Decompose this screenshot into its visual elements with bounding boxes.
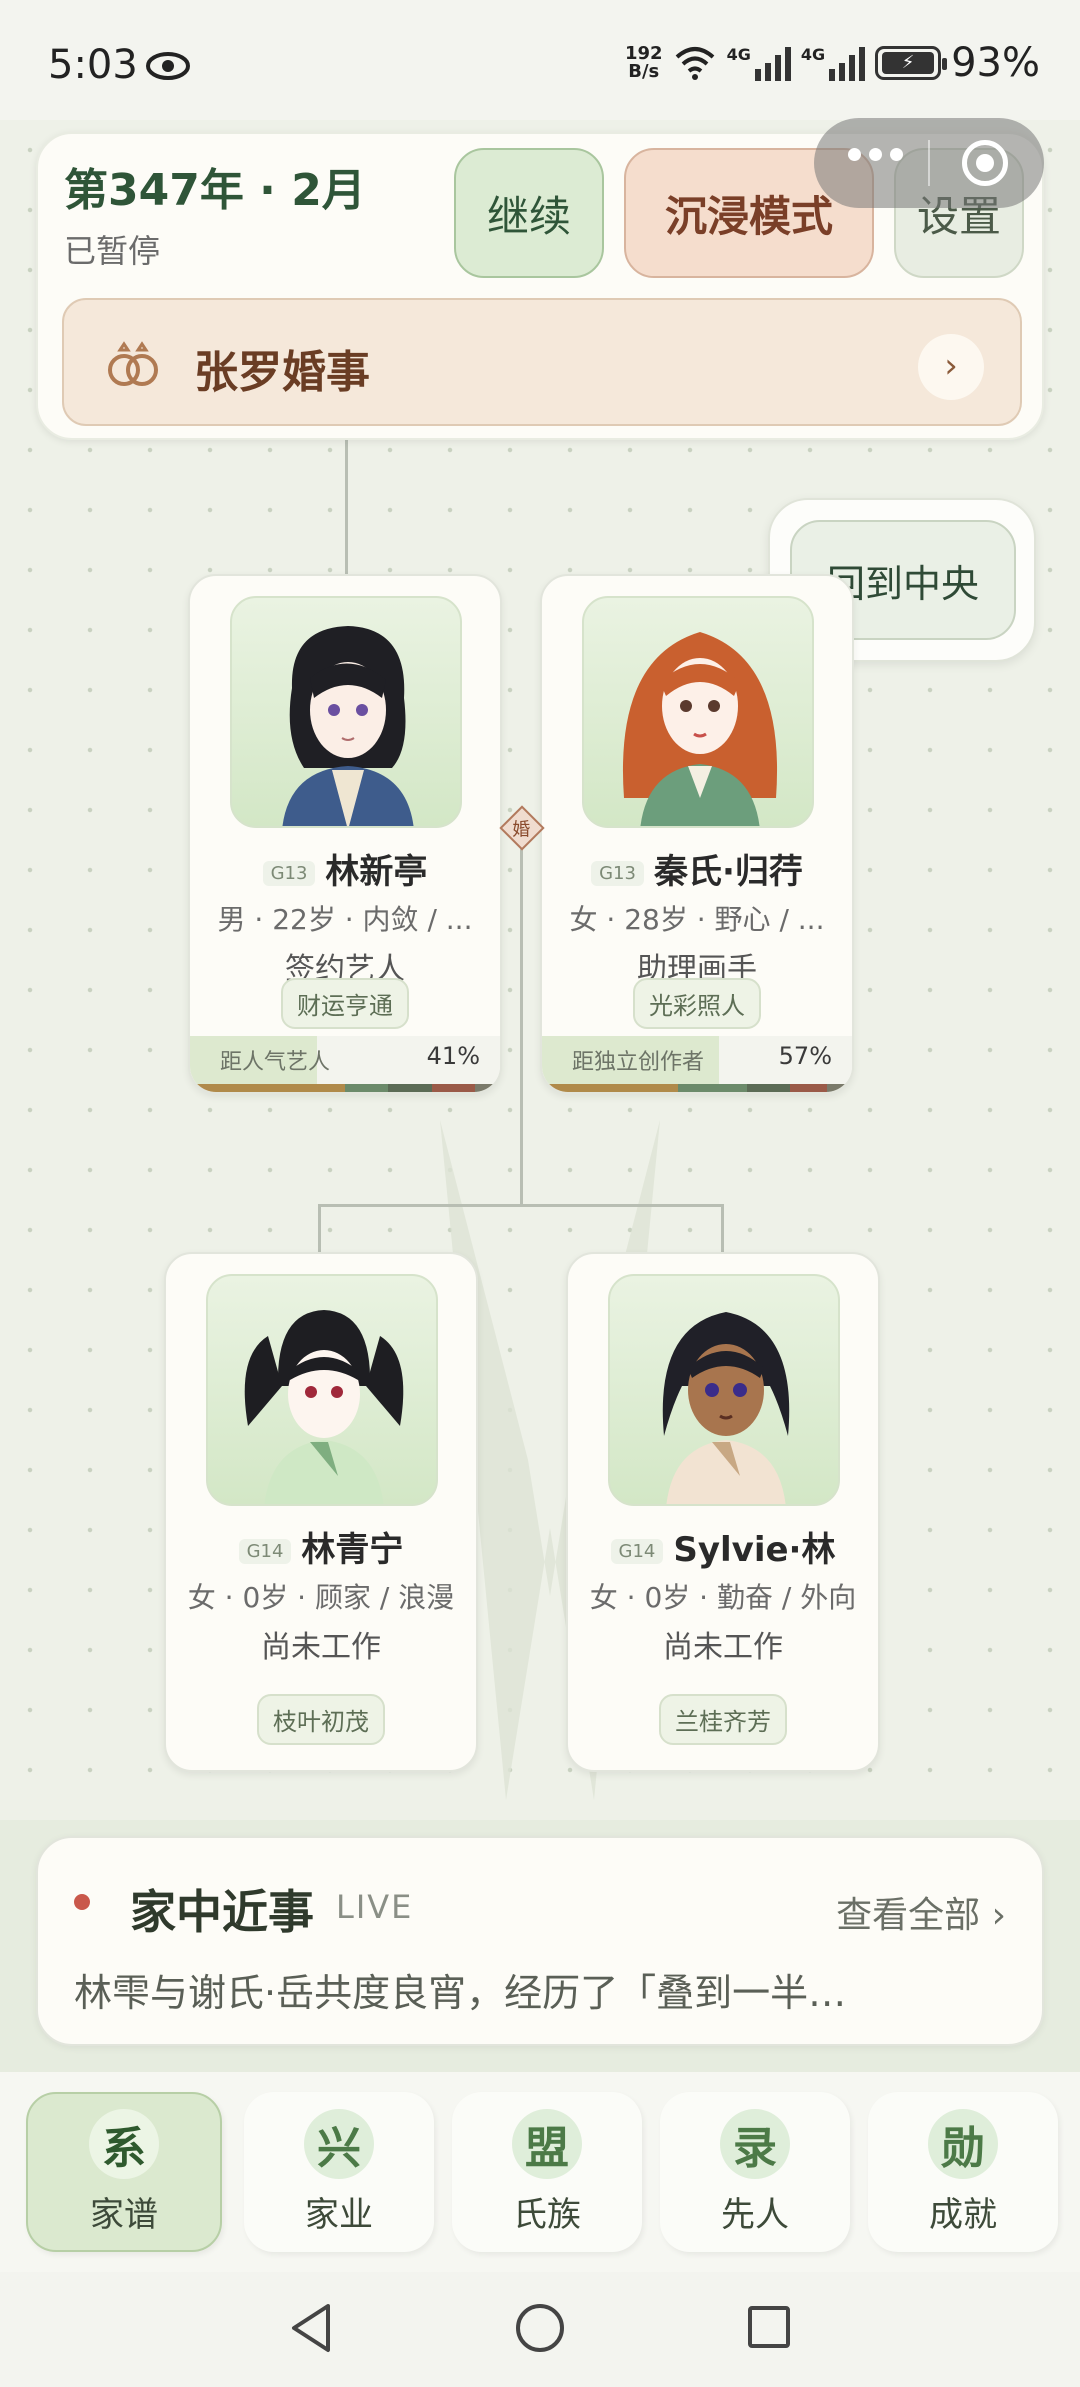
person-job: 尚未工作 — [663, 1630, 783, 1665]
trait-tag: 枝叶初茂 — [257, 1694, 385, 1745]
tree-connector — [721, 1204, 724, 1254]
view-all-link[interactable]: 查看全部 › — [836, 1886, 1006, 1938]
tab-icon: 兴 — [304, 2108, 374, 2179]
family-news-card[interactable]: 家中近事 LIVE 查看全部 › 林雫与谢氏·岳共度良宵，经历了「叠到一半… — [36, 1836, 1044, 2046]
tab-family-business[interactable]: 兴 家业 — [244, 2092, 434, 2252]
network-speed: 192 B/s — [624, 43, 663, 82]
tab-icon: 系 — [89, 2108, 159, 2179]
tree-connector — [318, 1204, 321, 1254]
person-info: 女 · 28岁 · 野心 / ... — [569, 903, 825, 936]
live-label: LIVE — [336, 1888, 414, 1926]
avatar — [206, 1274, 438, 1506]
person-info: 男 · 22岁 · 内敛 / ... — [217, 903, 473, 936]
tab-icon: 盟 — [512, 2108, 582, 2179]
trait-tag: 兰桂齐芳 — [659, 1694, 787, 1745]
progress-percent: 41% — [426, 1042, 480, 1070]
career-progress: 距人气艺人 41% — [190, 1036, 500, 1092]
person-card[interactable]: G13 秦氏·归荇 女 · 28岁 · 野心 / ... 助理画手 光彩照人 距独… — [540, 574, 854, 1094]
person-info: 女 · 0岁 · 勤奋 / 外向 — [589, 1581, 857, 1614]
person-card[interactable]: G14 林青宁 女 · 0岁 · 顾家 / 浪漫 尚未工作 枝叶初茂 — [164, 1252, 478, 1772]
career-progress: 距独立创作者 57% — [542, 1036, 852, 1092]
back-icon[interactable] — [288, 2302, 334, 2354]
tab-clan[interactable]: 盟 氏族 — [452, 2092, 642, 2252]
chevron-right-icon[interactable]: › — [918, 334, 984, 400]
person-info: 女 · 0岁 · 顾家 / 浪漫 — [187, 1581, 455, 1614]
tree-connector — [318, 1204, 724, 1207]
tree-connector — [345, 440, 348, 576]
person-job: 尚未工作 — [261, 1630, 381, 1665]
person-name: G13 林新亭 — [190, 844, 500, 893]
event-banner[interactable]: 张罗婚事 › — [62, 298, 1022, 426]
trait-tag: 财运亨通 — [281, 978, 409, 1029]
system-navigation-bar — [0, 2272, 1080, 2387]
avatar — [230, 596, 462, 828]
tree-connector — [520, 840, 523, 1206]
tab-icon: 勋 — [928, 2108, 998, 2179]
wifi-icon — [675, 47, 714, 80]
tab-icon: 录 — [720, 2108, 790, 2179]
signal-icon: 4G — [801, 45, 866, 81]
miniprogram-capsule — [814, 118, 1044, 208]
news-text: 林雫与谢氏·岳共度良宵，经历了「叠到一半… — [74, 1971, 847, 2015]
battery-icon: ⚡ — [875, 46, 948, 80]
battery-level: 93% — [951, 40, 1040, 86]
status-icons: 192 B/s 4G 4G ⚡ 93% — [625, 40, 1040, 86]
person-name: G14 Sylvie·林 — [568, 1522, 878, 1571]
close-target-icon[interactable] — [962, 140, 1008, 186]
continue-button[interactable]: 继续 — [454, 148, 604, 278]
event-title: 张罗婚事 — [194, 347, 370, 398]
signal-icon: 4G — [727, 45, 791, 81]
avatar — [608, 1274, 840, 1506]
trait-tag: 光彩照人 — [633, 978, 761, 1029]
status-time: 5:03 — [48, 42, 138, 88]
home-icon[interactable] — [516, 2304, 564, 2352]
recent-apps-icon[interactable] — [748, 2306, 790, 2348]
game-date: 第347年 · 2月 — [64, 165, 366, 216]
more-icon[interactable] — [848, 148, 903, 161]
news-title: 家中近事 — [130, 1885, 314, 1939]
person-name: G14 林青宁 — [166, 1522, 476, 1571]
game-state: 已暂停 — [64, 232, 161, 270]
status-bar: 5:03 192 B/s 4G 4G ⚡ 93% — [0, 0, 1080, 120]
tab-family-tree[interactable]: 系 家谱 — [26, 2092, 222, 2252]
avatar — [582, 596, 814, 828]
person-name: G13 秦氏·归荇 — [542, 844, 852, 893]
live-dot-icon — [74, 1894, 90, 1910]
tab-achievements[interactable]: 勋 成就 — [868, 2092, 1058, 2252]
bottom-tab-bar: 系 家谱 兴 家业 盟 氏族 录 先人 勋 成就 — [0, 2072, 1080, 2272]
eye-icon — [146, 52, 190, 80]
tab-ancestors[interactable]: 录 先人 — [660, 2092, 850, 2252]
rings-icon — [108, 341, 158, 386]
person-card[interactable]: G14 Sylvie·林 女 · 0岁 · 勤奋 / 外向 尚未工作 兰桂齐芳 — [566, 1252, 880, 1772]
progress-percent: 57% — [778, 1042, 832, 1070]
person-card[interactable]: G13 林新亭 男 · 22岁 · 内敛 / ... 签约艺人 财运亨通 距人气艺… — [188, 574, 502, 1094]
